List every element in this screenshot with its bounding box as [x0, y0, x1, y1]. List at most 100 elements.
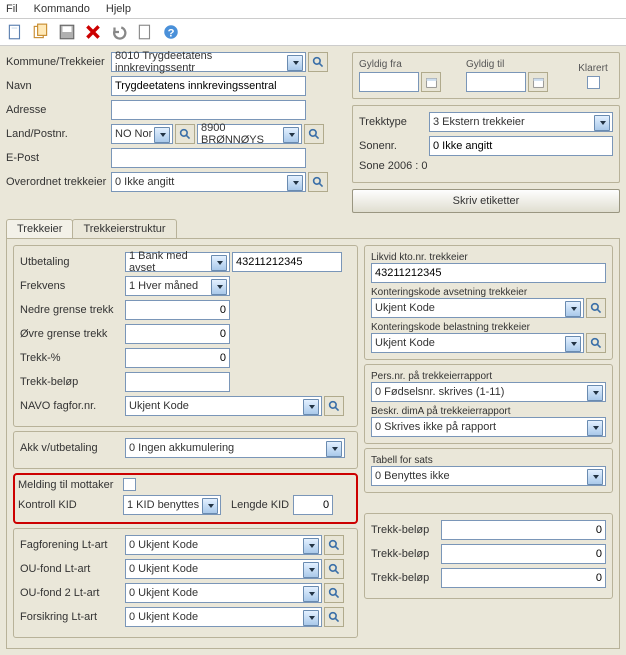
payment-fieldset: Utbetaling1 Bank med avset Frekvens1 Hve…	[13, 245, 358, 427]
trekk3-label: Trekk-beløp	[371, 572, 441, 584]
postnr-search[interactable]	[304, 124, 324, 144]
date-panel: Gyldig fra Gyldig til Klarert	[352, 52, 620, 99]
utb-select[interactable]: 1 Bank med avset	[125, 252, 230, 272]
gyldigfra-input[interactable]	[359, 72, 419, 92]
klarert-label: Klarert	[573, 63, 613, 74]
tab-trekkeier[interactable]: Trekkeier	[6, 219, 73, 238]
fors-search[interactable]	[324, 607, 344, 627]
lengde-label: Lengde KID	[231, 499, 289, 511]
left-form: Kommune/Trekkeier 8010 Trygdeetatens inn…	[6, 52, 346, 213]
svg-text:?: ?	[168, 28, 175, 40]
kbel-select[interactable]: Ukjent Kode	[371, 333, 584, 353]
kavs-search[interactable]	[586, 298, 606, 318]
pct-input[interactable]	[125, 348, 230, 368]
trekktype-select[interactable]: 3 Ekstern trekkeier	[429, 112, 613, 132]
page-icon[interactable]	[136, 23, 154, 41]
kbel-label: Konteringskode belastning trekkeier	[371, 322, 606, 333]
undo-icon[interactable]	[110, 23, 128, 41]
trekk2-label: Trekk-beløp	[371, 548, 441, 560]
land-search[interactable]	[175, 124, 195, 144]
likvid-fieldset: Likvid kto.nr. trekkeier Konteringskode …	[364, 245, 613, 360]
navo-select[interactable]: Ukjent Kode	[125, 396, 322, 416]
trekk2-input[interactable]	[441, 544, 606, 564]
ou2-select[interactable]: 0 Ukjent Kode	[125, 583, 322, 603]
postnr-select[interactable]: 8900 BRØNNØYS	[197, 124, 302, 144]
nedre-label: Nedre grense trekk	[20, 304, 125, 316]
menu-hjelp[interactable]: Hjelp	[106, 3, 131, 15]
new-icon[interactable]	[6, 23, 24, 41]
kommune-label: Kommune/Trekkeier	[6, 56, 111, 68]
kontroll-select[interactable]: 1 KID benyttes	[123, 495, 221, 515]
fag-select[interactable]: 0 Ukjent Kode	[125, 535, 322, 555]
adresse-label: Adresse	[6, 104, 111, 116]
trekk3-input[interactable]	[441, 568, 606, 588]
gyldigtil-cal[interactable]	[528, 72, 548, 92]
utb-num[interactable]	[232, 252, 342, 272]
ou-select[interactable]: 0 Ukjent Kode	[125, 559, 322, 579]
akk-select[interactable]: 0 Ingen akkumulering	[125, 438, 345, 458]
adresse-input[interactable]	[111, 100, 306, 120]
sonenr-input[interactable]	[429, 136, 613, 156]
sone2006-text: Sone 2006 : 0	[359, 160, 428, 172]
ou2-search[interactable]	[324, 583, 344, 603]
utb-label: Utbetaling	[20, 256, 125, 268]
menu-fil[interactable]: Fil	[6, 3, 18, 15]
pers-label: Pers.nr. på trekkeierrapport	[371, 371, 606, 382]
pers-select[interactable]: 0 Fødselsnr. skrives (1-11)	[371, 382, 606, 402]
kbel-search[interactable]	[586, 333, 606, 353]
tabell-label: Tabell for sats	[371, 455, 606, 466]
skriv-button[interactable]: Skriv etiketter	[352, 189, 620, 213]
gyldigfra-cal[interactable]	[421, 72, 441, 92]
gyldigtil-label: Gyldig til	[466, 59, 567, 70]
delete-icon[interactable]	[84, 23, 102, 41]
kommune-search[interactable]	[308, 52, 328, 72]
land-select[interactable]: NO Nor	[111, 124, 173, 144]
nedre-input[interactable]	[125, 300, 230, 320]
klarert-checkbox[interactable]	[587, 76, 600, 89]
navo-search[interactable]	[324, 396, 344, 416]
tab-struktur[interactable]: Trekkeierstruktur	[72, 219, 176, 238]
fag-search[interactable]	[324, 535, 344, 555]
menu-kommando[interactable]: Kommando	[34, 3, 90, 15]
ovre-input[interactable]	[125, 324, 230, 344]
frek-select[interactable]: 1 Hver måned	[125, 276, 230, 296]
navn-input[interactable]	[111, 76, 306, 96]
likvid-input[interactable]	[371, 263, 606, 283]
navo-label: NAVO fagfor.nr.	[20, 400, 125, 412]
melding-label: Melding til mottaker	[18, 479, 123, 491]
fors-select[interactable]: 0 Ukjent Kode	[125, 607, 322, 627]
kavs-select[interactable]: Ukjent Kode	[371, 298, 584, 318]
likvid-label: Likvid kto.nr. trekkeier	[371, 252, 606, 263]
copy-icon[interactable]	[32, 23, 50, 41]
ovre-label: Øvre grense trekk	[20, 328, 125, 340]
save-icon[interactable]	[58, 23, 76, 41]
akk-fieldset: Akk v/utbetaling0 Ingen akkumulering	[13, 431, 358, 469]
kavs-label: Konteringskode avsetning trekkeier	[371, 287, 606, 298]
right-column: Gyldig fra Gyldig til Klarert Trekktype	[352, 52, 620, 213]
epost-input[interactable]	[111, 148, 306, 168]
trekk1-input[interactable]	[441, 520, 606, 540]
overordnet-select[interactable]: 0 Ikke angitt	[111, 172, 306, 192]
akk-label: Akk v/utbetaling	[20, 442, 125, 454]
help-icon[interactable]: ?	[162, 23, 180, 41]
beskr-select[interactable]: 0 Skrives ikke på rapport	[371, 417, 606, 437]
land-label: Land/Postnr.	[6, 128, 111, 140]
epost-label: E-Post	[6, 152, 111, 164]
tabell-select[interactable]: 0 Benyttes ikke	[371, 466, 606, 486]
overordnet-search[interactable]	[308, 172, 328, 192]
sonenr-label: Sonenr.	[359, 140, 429, 152]
lengde-input[interactable]	[293, 495, 333, 515]
gyldigtil-input[interactable]	[466, 72, 526, 92]
sats-fieldset: Tabell for sats 0 Benyttes ikke	[364, 448, 613, 493]
ltart-fieldset: Fagforening Lt-art0 Ukjent Kode OU-fond …	[13, 528, 358, 638]
trekk1-label: Trekk-beløp	[371, 524, 441, 536]
kommune-select[interactable]: 8010 Trygdeetatens innkrevingssentr	[111, 52, 306, 72]
melding-checkbox[interactable]	[123, 478, 136, 491]
overordnet-label: Overordnet trekkeier	[6, 176, 111, 188]
ou-label: OU-fond Lt-art	[20, 563, 125, 575]
ou-search[interactable]	[324, 559, 344, 579]
trekktype-label: Trekktype	[359, 116, 429, 128]
belop-label: Trekk-beløp	[20, 376, 125, 388]
toolbar: ?	[0, 19, 626, 46]
belop-input[interactable]	[125, 372, 230, 392]
